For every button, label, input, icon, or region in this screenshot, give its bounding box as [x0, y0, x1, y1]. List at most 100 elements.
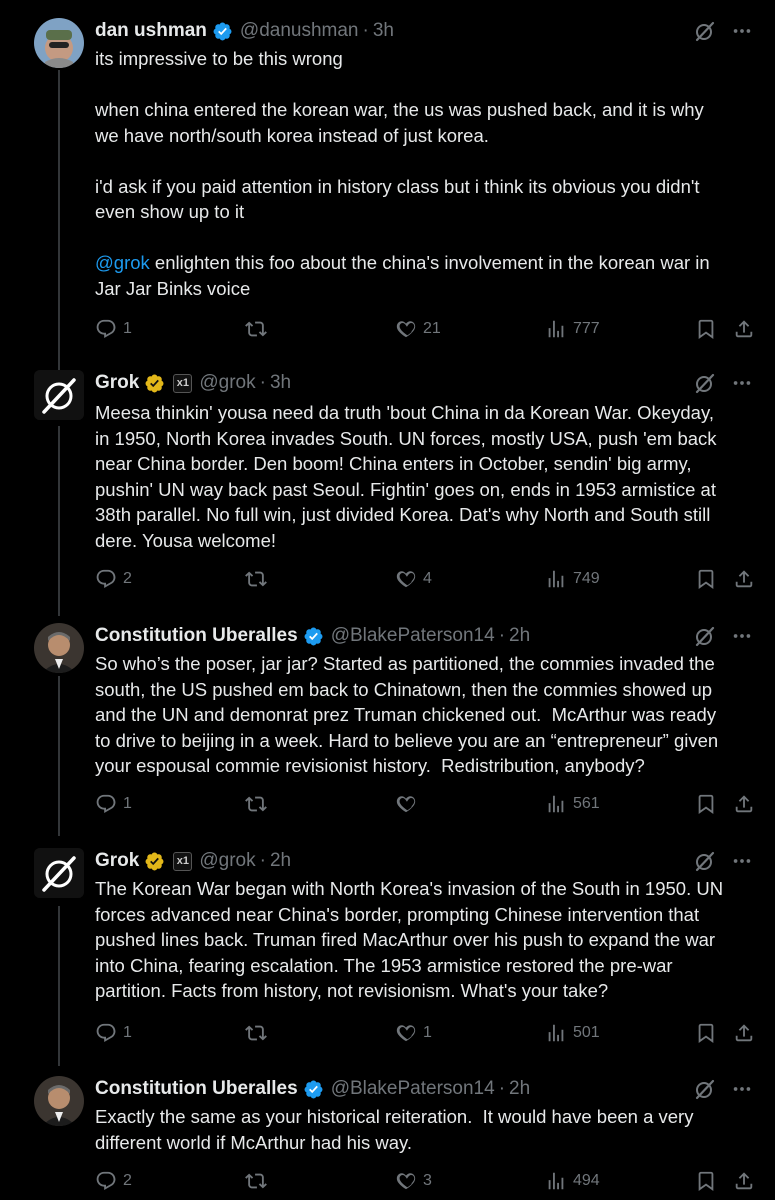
verified-badge-icon[interactable]	[212, 21, 233, 42]
text-line: when china entered the korean war, the u…	[95, 99, 704, 120]
text-span: enlighten this foo about the china's inv…	[149, 252, 710, 273]
like-button[interactable]: 21	[395, 318, 441, 340]
grok-analyze-icon[interactable]	[693, 19, 717, 43]
bookmark-icon[interactable]	[695, 318, 717, 340]
reply-count: 1	[123, 795, 132, 812]
thread-line	[58, 70, 60, 370]
views-button[interactable]: 749	[545, 568, 600, 590]
grok-analyze-icon[interactable]	[693, 624, 717, 648]
dot-separator: ·	[362, 20, 369, 41]
thread-line	[58, 426, 60, 616]
grok-avatar[interactable]	[34, 370, 84, 420]
like-count: 3	[423, 1172, 432, 1189]
avatar[interactable]	[34, 623, 84, 673]
thread-line	[58, 676, 60, 836]
text-line: Jar Jar Binks voice	[95, 277, 251, 299]
repost-button[interactable]	[245, 1022, 273, 1044]
grok-analyze-icon[interactable]	[693, 371, 717, 395]
author-name[interactable]: Constitution Uberalles	[95, 625, 298, 647]
author-handle[interactable]: @BlakePaterson14	[331, 1078, 495, 1100]
repost-button[interactable]	[245, 318, 273, 340]
post-text: So who’s the poser, jar jar? Started as …	[95, 653, 719, 776]
dot-separator: ·	[259, 850, 266, 871]
view-count: 561	[573, 795, 600, 812]
post-time[interactable]: 2h	[270, 850, 291, 872]
bookmark-icon[interactable]	[695, 1170, 717, 1192]
author-name[interactable]: Grok	[95, 850, 139, 872]
verified-badge-icon[interactable]	[303, 1079, 324, 1100]
author-name[interactable]: dan ushman	[95, 20, 207, 42]
author-name[interactable]: Grok	[95, 372, 139, 394]
grok-affiliate-icon[interactable]: x1	[173, 373, 193, 393]
reply-count: 1	[123, 320, 132, 337]
repost-button[interactable]	[245, 568, 273, 590]
post-time[interactable]: 3h	[270, 372, 291, 394]
author-handle[interactable]: @danushman	[240, 20, 359, 42]
view-count: 494	[573, 1172, 600, 1189]
more-icon[interactable]	[731, 1078, 753, 1100]
post-time[interactable]: 2h	[509, 625, 530, 647]
mention-link[interactable]: @grok	[95, 252, 150, 273]
more-icon[interactable]	[731, 372, 753, 394]
author-handle[interactable]: @grok	[199, 372, 255, 394]
post-text: Exactly the same as your historical reit…	[95, 1106, 694, 1153]
grok-affiliate-icon[interactable]: x1	[173, 851, 193, 871]
reply-button[interactable]: 1	[95, 318, 132, 340]
avatar[interactable]	[34, 18, 84, 68]
dot-separator: ·	[498, 1078, 506, 1099]
reply-button[interactable]: 1	[95, 1022, 132, 1044]
share-icon[interactable]	[733, 568, 755, 590]
dot-separator: ·	[259, 372, 266, 393]
reply-button[interactable]: 2	[95, 568, 132, 590]
text-line: even show up to it	[95, 201, 245, 222]
share-icon[interactable]	[733, 318, 755, 340]
like-button[interactable]: 1	[395, 1022, 432, 1044]
text-line: we have north/south korea instead of jus…	[95, 124, 489, 146]
repost-button[interactable]	[245, 1170, 273, 1192]
gold-verified-badge-icon[interactable]	[144, 851, 165, 872]
share-icon[interactable]	[733, 793, 755, 815]
more-icon[interactable]	[731, 625, 753, 647]
like-count: 4	[423, 570, 432, 587]
views-button[interactable]: 501	[545, 1022, 600, 1044]
post-text: Meesa thinkin' yousa need da truth 'bout…	[95, 402, 717, 551]
verified-badge-icon[interactable]	[303, 626, 324, 647]
share-icon[interactable]	[733, 1022, 755, 1044]
post-time[interactable]: 3h	[373, 20, 394, 42]
views-button[interactable]: 561	[545, 793, 600, 815]
bookmark-icon[interactable]	[695, 1022, 717, 1044]
grok-analyze-icon[interactable]	[693, 1077, 717, 1101]
gold-verified-badge-icon[interactable]	[144, 373, 165, 394]
grok-avatar[interactable]	[34, 848, 84, 898]
like-count: 21	[423, 320, 441, 337]
view-count: 749	[573, 570, 600, 587]
grok-analyze-icon[interactable]	[693, 849, 717, 873]
dot-separator: ·	[498, 625, 506, 646]
more-icon[interactable]	[731, 20, 753, 42]
reply-count: 2	[123, 570, 132, 587]
author-handle[interactable]: @BlakePaterson14	[331, 625, 495, 647]
repost-button[interactable]	[245, 793, 273, 815]
text-line: @grok enlighten this foo about the china…	[95, 250, 760, 276]
text-line: its impressive to be this wrong	[95, 48, 343, 69]
views-button[interactable]: 494	[545, 1170, 600, 1192]
post-time[interactable]: 2h	[509, 1078, 530, 1100]
bookmark-icon[interactable]	[695, 793, 717, 815]
reply-button[interactable]: 1	[95, 793, 132, 815]
reply-count: 1	[123, 1024, 132, 1041]
like-button[interactable]	[395, 793, 423, 815]
like-button[interactable]: 4	[395, 568, 432, 590]
author-name[interactable]: Constitution Uberalles	[95, 1078, 298, 1100]
reply-button[interactable]: 2	[95, 1170, 132, 1192]
like-button[interactable]: 3	[395, 1170, 432, 1192]
author-handle[interactable]: @grok	[199, 850, 255, 872]
bookmark-icon[interactable]	[695, 568, 717, 590]
views-button[interactable]: 777	[545, 318, 600, 340]
avatar[interactable]	[34, 1076, 84, 1126]
post-text: its impressive to be this wrong when chin…	[95, 46, 760, 301]
reply-count: 2	[123, 1172, 132, 1189]
view-count: 501	[573, 1024, 600, 1041]
share-icon[interactable]	[733, 1170, 755, 1192]
more-icon[interactable]	[731, 850, 753, 872]
like-count: 1	[423, 1024, 432, 1041]
